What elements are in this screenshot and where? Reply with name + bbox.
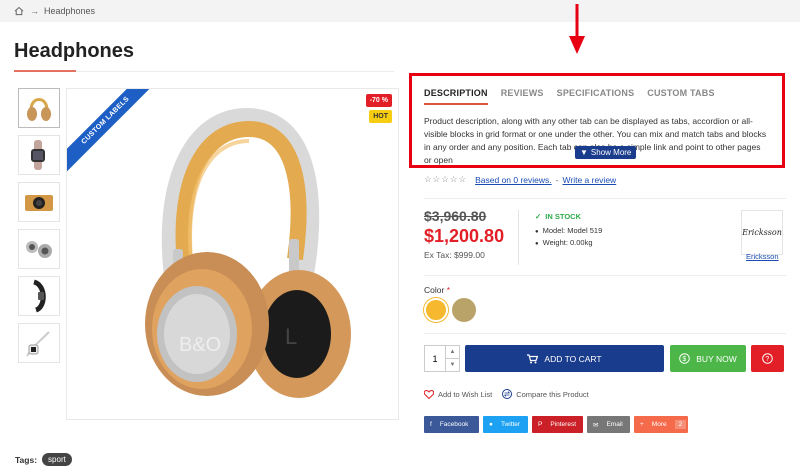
thumbnail-camera[interactable]	[18, 182, 60, 222]
home-icon[interactable]	[14, 6, 24, 16]
share-twitter-button[interactable]: ● Twitter	[483, 416, 528, 433]
color-swatch-gold[interactable]	[424, 298, 448, 322]
tags-label: Tags:	[15, 454, 38, 465]
compare-icon	[502, 389, 513, 399]
wishlist-label: Add to Wish List	[438, 389, 493, 399]
brand-link[interactable]: Ericksson	[746, 252, 779, 261]
buy-now-label: BUY NOW	[696, 353, 737, 364]
color-swatch-khaki[interactable]	[452, 298, 476, 322]
new-price: $1,200.80	[424, 226, 505, 246]
stock-status-label: IN STOCK	[545, 212, 581, 221]
tab-reviews[interactable]: REVIEWS	[501, 88, 544, 105]
tag-sport[interactable]: sport	[42, 453, 72, 466]
svg-text:B&O: B&O	[179, 334, 221, 356]
ask-question-button[interactable]: ?	[751, 345, 784, 372]
star-rating-icon: ☆☆☆☆☆	[424, 174, 468, 184]
thumbnail-list	[18, 88, 60, 370]
wishlist-link[interactable]: Add to Wish List	[424, 389, 493, 399]
show-more-label: Show More	[590, 148, 632, 157]
weight-info: Weight: 0.00kg	[535, 238, 593, 247]
breadcrumb-current[interactable]: Headphones	[44, 6, 95, 16]
rating-separator: -	[555, 174, 559, 185]
tags-row: Tags: sport	[15, 453, 72, 466]
show-more-button[interactable]: ▼ Show More	[575, 146, 637, 159]
old-price: $3,960.80	[424, 208, 487, 224]
rating-row: ☆☆☆☆☆ Based on 0 reviews. - Write a revi…	[424, 174, 616, 185]
svg-text:$: $	[683, 356, 687, 363]
share-buttons: f Facebook ● Twitter P Pinterest ✉ Email…	[424, 416, 688, 433]
product-tabs-panel: DESCRIPTION REVIEWS SPECIFICATIONS CUSTO…	[409, 73, 785, 168]
ex-tax-price: Ex Tax: $999.00	[424, 250, 485, 260]
heart-icon	[424, 389, 434, 399]
dollar-icon: $	[679, 353, 691, 364]
quantity-steppers: ▲ ▼	[445, 346, 459, 371]
reviews-link[interactable]: Based on 0 reviews.	[475, 175, 552, 185]
thumbnail-headphones[interactable]	[18, 88, 60, 128]
color-option-label: Color *	[424, 285, 450, 295]
share-more-button[interactable]: + More 2	[634, 416, 688, 433]
share-facebook-button[interactable]: f Facebook	[424, 416, 479, 433]
headphones-image: L B&O	[145, 107, 351, 398]
cart-icon	[527, 353, 539, 363]
required-mark: *	[446, 285, 450, 295]
arrow-down-icon	[569, 4, 585, 54]
svg-text:L: L	[285, 324, 297, 349]
twitter-icon: ●	[489, 421, 493, 428]
share-pinterest-button[interactable]: P Pinterest	[532, 416, 583, 433]
product-actions: Add to Wish List Compare this Product	[424, 389, 599, 399]
model-info: Model: Model 519	[535, 226, 603, 235]
write-review-link[interactable]: Write a review	[563, 175, 617, 185]
add-to-cart-label: ADD TO CART	[544, 353, 602, 364]
thumbnail-earphones[interactable]	[18, 323, 60, 363]
stock-status: ✓ IN STOCK	[535, 212, 581, 221]
check-icon: ✓	[535, 212, 542, 221]
share-pinterest-label: Pinterest	[550, 421, 576, 428]
share-facebook-label: Facebook	[439, 421, 469, 428]
compare-label: Compare this Product	[516, 389, 589, 399]
plus-icon: +	[640, 421, 644, 428]
quantity-stepper: ▲ ▼	[424, 345, 460, 372]
thumbnail-speakers[interactable]	[18, 229, 60, 269]
price-divider	[518, 210, 519, 265]
breadcrumb-arrow-icon: →	[30, 6, 39, 16]
compare-link[interactable]: Compare this Product	[502, 389, 589, 399]
brand-logo-text: Ericksson	[742, 228, 782, 237]
brand-logo[interactable]: Ericksson	[741, 210, 783, 255]
facebook-icon: f	[430, 421, 432, 428]
tab-specifications[interactable]: SPECIFICATIONS	[557, 88, 635, 105]
page-title: Headphones	[14, 40, 135, 62]
breadcrumb: → Headphones	[0, 0, 800, 22]
share-email-button[interactable]: ✉ Email	[587, 416, 630, 433]
divider	[424, 275, 786, 276]
pinterest-icon: P	[538, 421, 543, 428]
buy-now-button[interactable]: $ BUY NOW	[670, 345, 746, 372]
share-more-count: 2	[674, 420, 687, 429]
divider	[424, 333, 786, 334]
tab-description[interactable]: DESCRIPTION	[424, 88, 488, 105]
thumbnail-band[interactable]	[18, 276, 60, 316]
add-to-cart-button[interactable]: ADD TO CART	[465, 345, 664, 372]
title-accent-line	[14, 70, 76, 72]
share-twitter-label: Twitter	[500, 421, 521, 428]
chevron-down-icon: ▼	[580, 148, 588, 157]
svg-text:?: ?	[765, 356, 769, 363]
email-icon: ✉	[593, 421, 599, 429]
divider	[424, 198, 786, 199]
increase-qty-icon[interactable]: ▲	[446, 346, 459, 359]
main-product-image[interactable]: CUSTOM LABELS -70 % HOT L B&O	[66, 88, 399, 420]
tab-custom-tabs[interactable]: CUSTOM TABS	[647, 88, 714, 105]
question-icon: ?	[762, 353, 773, 364]
decrease-qty-icon[interactable]: ▼	[446, 359, 459, 371]
thumbnail-watch[interactable]	[18, 135, 60, 175]
quantity-input[interactable]	[425, 346, 445, 371]
tab-bar: DESCRIPTION REVIEWS SPECIFICATIONS CUSTO…	[412, 76, 782, 105]
share-more-label: More	[651, 421, 667, 428]
color-label-text: Color	[424, 285, 445, 295]
share-email-label: Email	[606, 421, 623, 428]
